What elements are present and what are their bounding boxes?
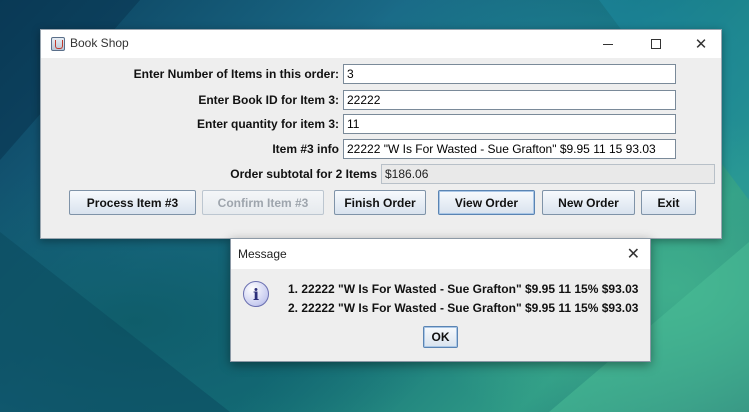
info-icon: i xyxy=(243,281,269,307)
minimize-icon xyxy=(603,43,613,45)
confirm-item-button: Confirm Item #3 xyxy=(202,190,324,215)
book-id-label: Enter Book ID for Item 3: xyxy=(198,93,339,107)
info-glyph: i xyxy=(252,284,260,304)
message-line: 2. 22222 "W Is For Wasted - Sue Grafton"… xyxy=(288,301,639,315)
wallpaper-shard xyxy=(0,232,230,412)
message-dialog: Message ✕ i 1. 22222 "W Is For Wasted - … xyxy=(230,238,651,362)
ok-button[interactable]: OK xyxy=(423,326,458,348)
item-info-label: Item #3 info xyxy=(272,142,339,156)
maximize-icon xyxy=(651,39,661,49)
num-items-field[interactable]: 3 xyxy=(343,64,676,84)
window-title: Book Shop xyxy=(70,36,129,50)
dialog-title: Message xyxy=(238,247,287,261)
book-shop-window: Book Shop ✕ Enter Number of Items in thi… xyxy=(40,29,722,239)
subtotal-field: $186.06 xyxy=(381,164,715,184)
item-info-field[interactable]: 22222 "W Is For Wasted - Sue Grafton" $9… xyxy=(343,139,676,159)
quantity-field[interactable]: 11 xyxy=(343,114,676,134)
java-cup-icon xyxy=(51,37,65,51)
finish-order-button[interactable]: Finish Order xyxy=(334,190,426,215)
close-icon: ✕ xyxy=(694,35,708,53)
close-button[interactable]: ✕ xyxy=(678,30,724,58)
message-line: 1. 22222 "W Is For Wasted - Sue Grafton"… xyxy=(288,282,639,296)
book-id-field[interactable]: 22222 xyxy=(343,90,676,110)
maximize-button[interactable] xyxy=(633,30,679,58)
minimize-button[interactable] xyxy=(585,30,631,58)
subtotal-label: Order subtotal for 2 Items xyxy=(230,167,377,181)
exit-button[interactable]: Exit xyxy=(641,190,696,215)
process-item-button[interactable]: Process Item #3 xyxy=(69,190,196,215)
num-items-label: Enter Number of Items in this order: xyxy=(133,67,339,81)
close-icon[interactable]: ✕ xyxy=(627,244,640,263)
window-titlebar[interactable]: Book Shop ✕ xyxy=(41,30,721,58)
view-order-button[interactable]: View Order xyxy=(438,190,535,215)
dialog-titlebar[interactable]: Message ✕ xyxy=(231,239,650,269)
new-order-button[interactable]: New Order xyxy=(542,190,635,215)
quantity-label: Enter quantity for item 3: xyxy=(196,117,339,131)
